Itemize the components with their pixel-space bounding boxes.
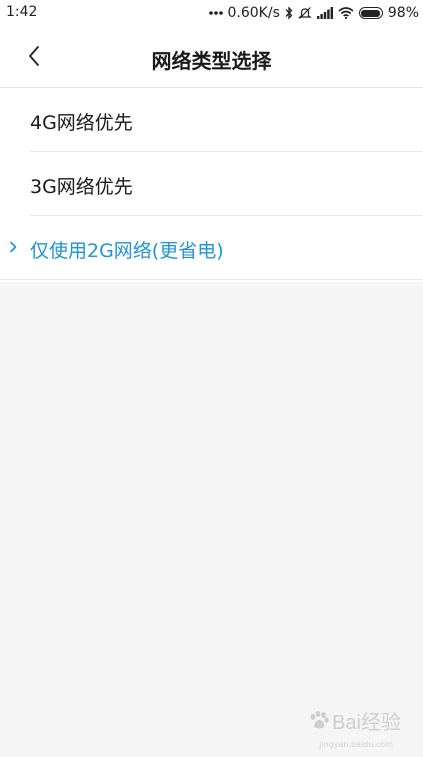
option-label: 4G网络优先: [30, 112, 133, 134]
status-bar: 1:42 0.60K/s 98%: [0, 0, 423, 26]
option-label: 仅使用2G网络(更省电): [30, 240, 224, 262]
net-speed: 0.60K/s: [227, 5, 280, 21]
status-icons: 0.60K/s 98%: [208, 4, 419, 22]
bluetooth-icon: [285, 6, 293, 20]
battery-icon: [358, 7, 383, 19]
paw-logo-icon: [310, 710, 329, 728]
title-bar: 网络类型选择: [0, 26, 423, 88]
alarm-off-icon: [297, 6, 312, 20]
option-3g-preferred[interactable]: 3G网络优先: [0, 152, 423, 216]
wifi-icon: [338, 7, 354, 19]
option-2g-only[interactable]: 仅使用2G网络(更省电): [0, 216, 423, 280]
signal-icon: [316, 7, 333, 19]
divider: [0, 279, 423, 280]
status-time: 1:42: [6, 4, 38, 20]
battery-percent: 98%: [387, 5, 419, 21]
page-title: 网络类型选择: [151, 49, 272, 73]
option-label: 3G网络优先: [30, 176, 133, 198]
watermark-text: Bai经验: [332, 712, 401, 734]
dots-icon: [208, 10, 223, 16]
watermark-url: jingyan.baidu.com: [319, 740, 393, 749]
baidu-jingyan-watermark: Bai经验: [308, 706, 401, 735]
network-type-list: 4G网络优先 3G网络优先 仅使用2G网络(更省电): [0, 88, 423, 280]
chevron-right-icon: [9, 240, 19, 254]
option-4g-preferred[interactable]: 4G网络优先: [0, 88, 423, 152]
battery-fill: [361, 9, 380, 17]
